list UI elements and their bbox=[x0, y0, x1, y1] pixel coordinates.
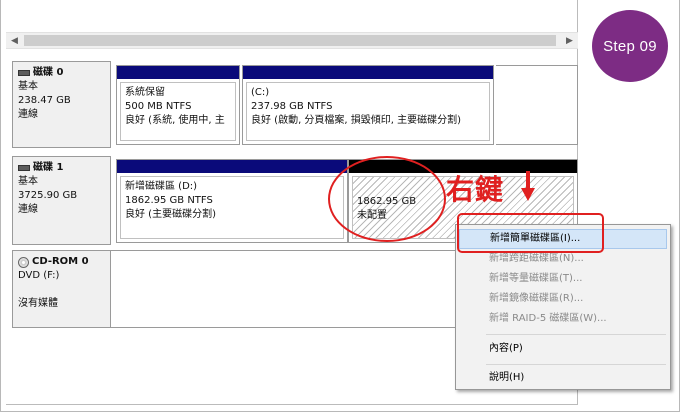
partition-name: 系統保留 bbox=[125, 87, 165, 98]
disk-size: 238.47 GB bbox=[18, 95, 71, 106]
disk-status: 連線 bbox=[18, 204, 38, 215]
step-badge: Step 09 bbox=[592, 10, 668, 82]
menu-item-new-mirrored-volume[interactable]: 新增鏡像磁碟區(R)... bbox=[459, 289, 667, 309]
partition-name: 新增磁碟區 (D:) bbox=[125, 181, 198, 192]
partition-name: (C:) bbox=[251, 87, 270, 98]
menu-item-new-striped-volume[interactable]: 新增等量磁碟區(T)... bbox=[459, 269, 667, 289]
partition-bar bbox=[243, 66, 493, 79]
menu-item-properties[interactable]: 內容(P) bbox=[459, 339, 667, 359]
down-arrow-icon bbox=[521, 171, 535, 201]
scroll-right-arrow-icon[interactable]: ▶ bbox=[561, 33, 578, 48]
disk-status: 沒有媒體 bbox=[18, 298, 58, 309]
disk-label-cdrom[interactable]: CD-ROM 0 DVD (F:) 沒有媒體 bbox=[12, 250, 111, 328]
partition-status: 良好 (系統, 使用中, 主 bbox=[125, 115, 225, 126]
partition-bar bbox=[117, 66, 239, 79]
disk-name-text: CD-ROM 0 bbox=[32, 256, 89, 267]
disk-size: 3725.90 GB bbox=[18, 190, 78, 201]
disk-name-text: 磁碟 1 bbox=[33, 162, 64, 173]
disk-0-trailing-area bbox=[496, 65, 578, 145]
partition-status: 良好 (啟動, 分頁檔案, 損毀傾印, 主要磁碟分割) bbox=[251, 115, 462, 126]
hard-disk-icon bbox=[18, 70, 30, 76]
partition-body: 新增磁碟區 (D:) 1862.95 GB NTFS 良好 (主要磁碟分割) bbox=[120, 176, 344, 239]
disk-status: 連線 bbox=[18, 109, 38, 120]
partition-body: (C:) 237.98 GB NTFS 良好 (啟動, 分頁檔案, 損毀傾印, … bbox=[246, 82, 490, 141]
disk-type: 基本 bbox=[18, 81, 38, 92]
horizontal-scrollbar[interactable]: ◀ ▶ bbox=[6, 32, 578, 49]
partition-size: 500 MB NTFS bbox=[125, 101, 192, 112]
menu-item-help[interactable]: 說明(H) bbox=[459, 368, 667, 388]
partition-body: 系統保留 500 MB NTFS 良好 (系統, 使用中, 主 bbox=[120, 82, 236, 141]
partition-status: 良好 (主要磁碟分割) bbox=[125, 209, 216, 220]
menu-separator bbox=[486, 364, 666, 365]
disk-name-1: 磁碟 1 bbox=[18, 161, 110, 175]
partition-bar bbox=[117, 160, 347, 173]
disk-label-0[interactable]: 磁碟 0 基本 238.47 GB 連線 bbox=[12, 61, 111, 148]
cd-rom-icon bbox=[18, 256, 29, 268]
menu-separator bbox=[486, 334, 666, 335]
scrollbar-thumb[interactable] bbox=[24, 35, 556, 46]
disk-label-1[interactable]: 磁碟 1 基本 3725.90 GB 連線 bbox=[12, 156, 111, 245]
annotation-circle bbox=[328, 156, 446, 242]
partition-system-reserved[interactable]: 系統保留 500 MB NTFS 良好 (系統, 使用中, 主 bbox=[116, 65, 240, 145]
menu-item-new-raid5-volume[interactable]: 新增 RAID-5 磁碟區(W)... bbox=[459, 309, 667, 329]
annotation-right-click-label: 右鍵 bbox=[446, 173, 505, 206]
partition-size: 1862.95 GB NTFS bbox=[125, 195, 213, 206]
disk-name-0: 磁碟 0 bbox=[18, 66, 110, 80]
annotation-menu-highlight-box bbox=[457, 213, 604, 253]
scroll-left-arrow-icon[interactable]: ◀ bbox=[6, 33, 23, 48]
disk-row-0: 磁碟 0 基本 238.47 GB 連線 系統保留 500 MB NTFS 良好… bbox=[12, 61, 578, 148]
disk-name-text: 磁碟 0 bbox=[33, 67, 64, 78]
disk-name-cdrom: CD-ROM 0 bbox=[18, 255, 110, 269]
disk-type: 基本 bbox=[18, 176, 38, 187]
partition-size: 237.98 GB NTFS bbox=[251, 101, 333, 112]
partition-c-drive[interactable]: (C:) 237.98 GB NTFS 良好 (啟動, 分頁檔案, 損毀傾印, … bbox=[242, 65, 494, 145]
disk-type: DVD (F:) bbox=[18, 270, 60, 281]
hard-disk-icon bbox=[18, 165, 30, 171]
partition-d-drive[interactable]: 新增磁碟區 (D:) 1862.95 GB NTFS 良好 (主要磁碟分割) bbox=[116, 159, 348, 243]
